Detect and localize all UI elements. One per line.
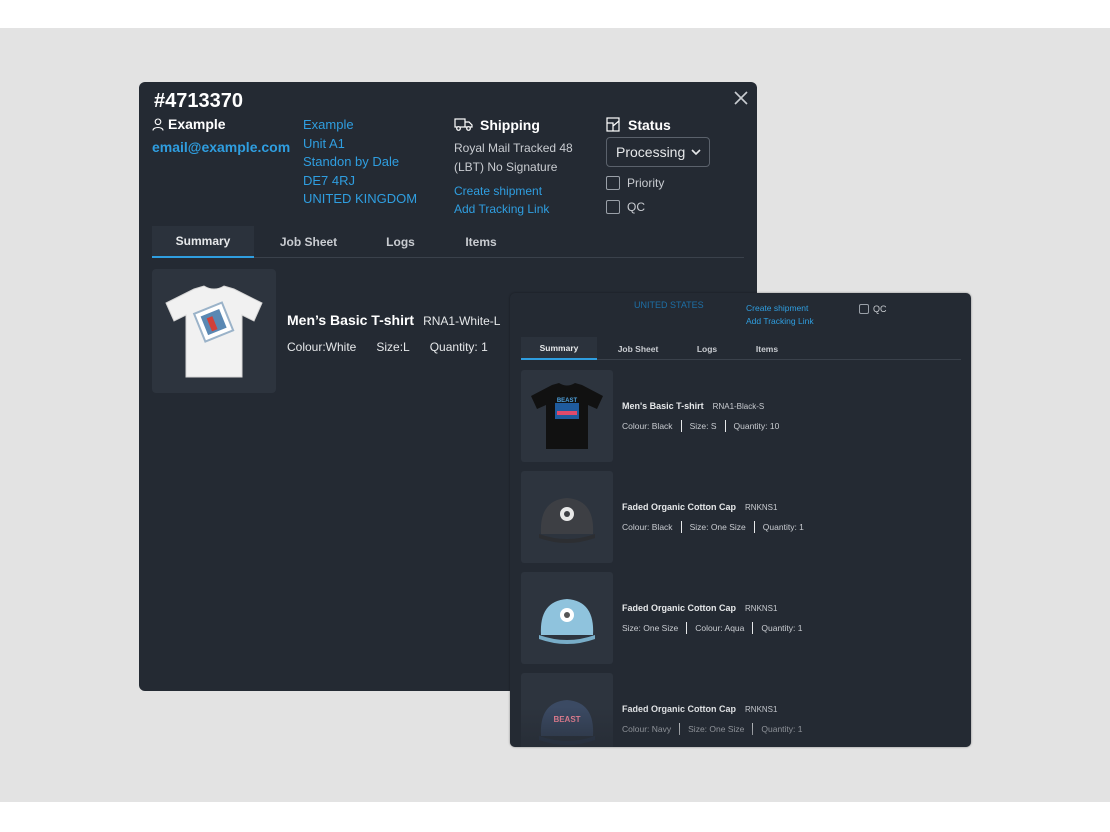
product-attr: Size: One Size <box>689 522 746 532</box>
status-selected-value: Processing <box>616 144 686 160</box>
address-line[interactable]: Example <box>303 116 417 135</box>
tab-summary[interactable]: Summary <box>152 226 254 258</box>
list-item: BEAST Faded Organic Cotton Cap RNKNS1 Co… <box>521 673 961 747</box>
tab-logs[interactable]: Logs <box>363 226 438 258</box>
status-dropdown[interactable]: Processing <box>606 137 710 167</box>
divider <box>686 622 688 634</box>
divider <box>752 622 754 634</box>
order-tabs: Summary Job Sheet Logs Items <box>152 226 744 258</box>
tab-job-sheet[interactable]: Job Sheet <box>597 337 679 360</box>
product-image <box>521 572 613 664</box>
product-title: Faded Organic Cotton Cap <box>622 704 737 714</box>
cap-print-text: BEAST <box>553 715 580 724</box>
divider <box>753 521 755 533</box>
shipping-section: Shipping Royal Mail Tracked 48 (LBT) No … <box>454 116 584 218</box>
product-sku: RNKNS1 <box>745 604 778 613</box>
chevron-down-icon <box>691 149 701 155</box>
list-item: BEAST Men's Basic T-shirt RNA1-Black-S C… <box>521 370 961 462</box>
close-button[interactable] <box>731 88 751 108</box>
qc-checkbox[interactable] <box>859 304 869 314</box>
product-title: Faded Organic Cotton Cap <box>622 502 737 512</box>
product-sku: RNA1-White-L <box>423 314 501 328</box>
priority-checkbox[interactable] <box>606 176 620 190</box>
product-image: BEAST <box>521 370 613 462</box>
product-image: BEAST <box>521 673 613 747</box>
list-item: Faded Organic Cotton Cap RNKNS1 Size: On… <box>521 572 961 664</box>
product-sku: RNKNS1 <box>745 503 778 512</box>
address-country[interactable]: UNITED STATES <box>634 300 704 310</box>
product-attr: Colour: Navy <box>622 724 672 734</box>
divider <box>680 420 682 432</box>
product-size: Size:L <box>376 340 410 354</box>
address-line[interactable]: DE7 4RJ <box>303 172 417 191</box>
product-attr: Quantity: 1 <box>762 522 804 532</box>
status-heading: Status <box>628 116 671 133</box>
tab-items[interactable]: Items <box>438 226 524 258</box>
tab-items[interactable]: Items <box>735 337 799 360</box>
user-icon <box>152 117 164 131</box>
order-detail-zoom-panel: UNITED STATES Create shipment Add Tracki… <box>510 293 971 747</box>
divider <box>679 723 681 735</box>
status-section: Status Processing Priority QC <box>606 116 710 214</box>
product-sku: RNKNS1 <box>745 705 778 714</box>
product-colour: Colour:White <box>287 340 357 354</box>
create-shipment-link[interactable]: Create shipment <box>454 182 584 200</box>
order-number: #4713370 <box>154 90 243 112</box>
product-attr: Size: One Size <box>688 724 745 734</box>
product-attr: Quantity: 1 <box>761 623 803 633</box>
product-attr: Colour: Aqua <box>695 623 745 633</box>
divider <box>680 521 682 533</box>
product-attr: Quantity: 1 <box>761 724 803 734</box>
product-sku: RNA1-Black-S <box>712 402 765 411</box>
shirt-print-text: BEAST <box>557 398 578 404</box>
product-title: Faded Organic Cotton Cap <box>622 603 737 613</box>
tab-logs[interactable]: Logs <box>679 337 735 360</box>
product-attr: Quantity: 10 <box>733 421 780 431</box>
address-line[interactable]: Unit A1 <box>303 135 417 154</box>
product-title: Men's Basic T-shirt <box>622 401 704 411</box>
customer-block: Example email@example.com <box>152 116 290 155</box>
shipping-address: Example Unit A1 Standon by Dale DE7 4RJ … <box>303 116 417 209</box>
add-tracking-link[interactable]: Add Tracking Link <box>746 315 814 328</box>
status-icon <box>606 117 620 132</box>
address-line[interactable]: UNITED KINGDOM <box>303 190 417 209</box>
qc-label: QC <box>627 200 645 214</box>
product-image <box>152 269 276 393</box>
product-attr: Size: One Size <box>622 623 679 633</box>
product-attr: Size: S <box>689 421 717 431</box>
product-attr: Colour: Black <box>622 522 673 532</box>
product-quantity: Quantity: 1 <box>429 340 488 354</box>
customer-email-link[interactable]: email@example.com <box>152 139 290 155</box>
customer-name: Example <box>168 116 226 132</box>
create-shipment-link[interactable]: Create shipment <box>746 302 814 315</box>
qc-checkbox[interactable] <box>606 200 620 214</box>
product-image <box>521 471 613 563</box>
add-tracking-link[interactable]: Add Tracking Link <box>454 200 584 218</box>
shipping-heading: Shipping <box>480 116 540 133</box>
priority-label: Priority <box>627 176 665 190</box>
product-title: Men’s Basic T-shirt <box>287 312 415 328</box>
divider <box>752 723 754 735</box>
tab-job-sheet[interactable]: Job Sheet <box>254 226 363 258</box>
order-tabs: Summary Job Sheet Logs Items <box>521 337 961 360</box>
address-line[interactable]: Standon by Dale <box>303 153 417 172</box>
divider <box>724 420 726 432</box>
shipping-method-line: (LBT) No Signature <box>454 160 558 174</box>
close-icon <box>734 91 748 105</box>
product-attr: Colour: Black <box>622 421 673 431</box>
truck-icon <box>454 118 473 131</box>
tab-summary[interactable]: Summary <box>521 337 597 360</box>
qc-label: QC <box>873 304 887 314</box>
list-item: Faded Organic Cotton Cap RNKNS1 Colour: … <box>521 471 961 563</box>
shipping-method-line: Royal Mail Tracked 48 <box>454 141 573 155</box>
